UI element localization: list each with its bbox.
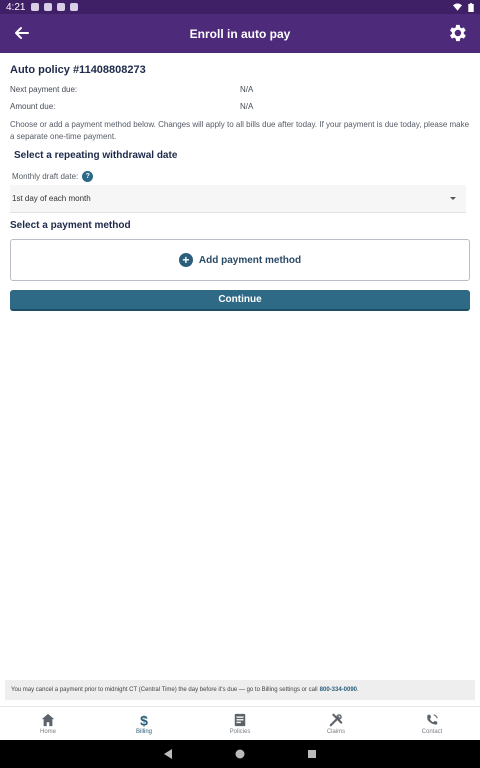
wifi-icon [453, 3, 462, 11]
notification-icon [70, 3, 79, 11]
payment-method-heading: Select a payment method [10, 220, 131, 231]
next-payment-value: N/A [240, 85, 254, 94]
add-circle-icon: + [178, 253, 193, 267]
nav-claims[interactable]: Claims [288, 707, 384, 740]
withdrawal-date-heading: Select a repeating withdrawal date [14, 150, 178, 161]
nav-billing-label: Billing [135, 728, 152, 735]
monthly-draft-date-select[interactable]: 1st day of each month [10, 185, 466, 213]
monthly-draft-label: Monthly draft date: [12, 172, 79, 181]
notification-icon [57, 3, 66, 11]
selected-draft-date: 1st day of each month [12, 194, 91, 203]
policy-title: Auto policy #11408808273 [10, 64, 146, 76]
nav-home[interactable]: Home [0, 707, 96, 740]
dropdown-caret-icon [450, 197, 456, 200]
continue-button[interactable]: Continue [10, 290, 470, 311]
cancel-notice-text: You may cancel a payment prior to midnig… [11, 687, 318, 693]
system-back-icon[interactable] [163, 749, 173, 759]
help-icon[interactable]: ? [82, 171, 94, 182]
system-recents-icon[interactable] [307, 749, 317, 759]
monthly-draft-label-row: Monthly draft date: ? [12, 171, 94, 182]
phone-link[interactable]: 800-334-0090 [320, 687, 357, 693]
status-bar: 4:21 [0, 0, 480, 14]
nav-contact-label: Contact [421, 728, 443, 735]
nav-contact[interactable]: Contact [384, 707, 480, 740]
cancel-notice-end: . [357, 687, 359, 693]
battery-icon [468, 2, 474, 12]
add-payment-method-label: Add payment method [198, 254, 302, 266]
add-payment-method-button[interactable]: + Add payment method [10, 239, 470, 281]
amount-due-label: Amount due: [10, 102, 56, 111]
status-time: 4:21 [6, 1, 26, 13]
notification-icon [44, 3, 53, 11]
svg-text:$: $ [140, 713, 148, 727]
next-payment-label: Next payment due: [10, 85, 78, 94]
nav-claims-label: Claims [326, 728, 346, 735]
nav-policies-label: Policies [229, 728, 251, 735]
nav-home-label: Home [39, 728, 56, 735]
amount-due-row: Amount due: N/A [10, 102, 253, 111]
notification-icon [31, 3, 40, 11]
home-icon [41, 713, 55, 726]
settings-gear-icon[interactable] [446, 22, 468, 44]
notification-icons [31, 3, 79, 11]
auto-pay-description: Choose or add a payment method below. Ch… [10, 120, 470, 141]
next-payment-row: Next payment due: N/A [10, 85, 253, 94]
nav-policies[interactable]: Policies [192, 707, 288, 740]
document-icon [234, 713, 246, 726]
back-arrow-icon[interactable] [12, 23, 32, 43]
system-home-icon[interactable] [235, 749, 245, 759]
bottom-navigation: Home $ Billing Policies Claims Contact [0, 706, 480, 740]
system-navigation-bar [0, 740, 480, 768]
app-bar: Enroll in auto pay [0, 14, 480, 53]
page-title: Enroll in auto pay [189, 26, 291, 41]
cancel-notice: You may cancel a payment prior to midnig… [5, 680, 475, 700]
amount-due-value: N/A [240, 102, 254, 111]
tools-icon [329, 713, 343, 726]
dollar-icon: $ [140, 713, 148, 727]
nav-billing[interactable]: $ Billing [96, 707, 192, 740]
phone-icon [427, 713, 438, 724]
